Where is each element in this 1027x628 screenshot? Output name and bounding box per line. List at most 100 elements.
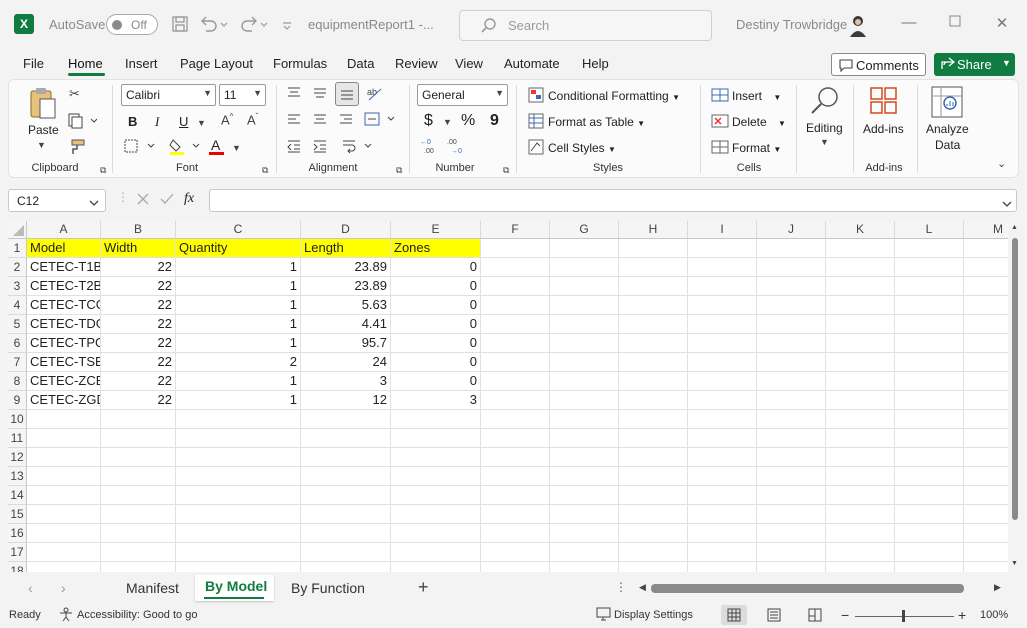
empty-cell[interactable]	[619, 410, 688, 429]
menu-view[interactable]: View	[455, 56, 483, 71]
font-size-combo[interactable]: 11 ▼	[219, 84, 266, 106]
empty-cell[interactable]	[619, 315, 688, 334]
column-header[interactable]: F	[481, 221, 550, 239]
minimize-icon[interactable]: —	[899, 14, 919, 34]
empty-cell[interactable]	[688, 429, 757, 448]
empty-cell[interactable]	[27, 524, 101, 543]
table-cell[interactable]: 22	[101, 315, 176, 334]
empty-cell[interactable]	[619, 239, 688, 258]
autosave-toggle[interactable]: Off	[106, 14, 158, 35]
expand-formula-bar-icon[interactable]	[1002, 197, 1012, 211]
spreadsheet-grid[interactable]: ABCDEFGHIJKLM 1 2 3 4 5 6 7 8 9 10 11 12 13 14 15 16 17 1…	[8, 221, 1008, 572]
normal-view-button[interactable]	[721, 605, 747, 625]
empty-cell[interactable]	[301, 410, 391, 429]
menu-home[interactable]: Home	[68, 56, 103, 71]
enter-formula-icon[interactable]	[160, 192, 174, 209]
cut-icon[interactable]: ✂	[69, 86, 80, 102]
empty-cell[interactable]	[757, 486, 826, 505]
empty-cell[interactable]	[550, 448, 619, 467]
empty-cell[interactable]	[757, 315, 826, 334]
share-dropdown-icon[interactable]: ▼	[1002, 58, 1011, 68]
empty-cell[interactable]	[895, 277, 964, 296]
fill-color-icon[interactable]	[169, 137, 203, 158]
chevron-down-icon[interactable]	[89, 196, 99, 210]
empty-cell[interactable]	[757, 448, 826, 467]
empty-cell[interactable]	[964, 429, 1008, 448]
empty-cell[interactable]	[619, 296, 688, 315]
empty-cell[interactable]	[757, 372, 826, 391]
empty-cell[interactable]	[895, 524, 964, 543]
wrap-text-icon[interactable]	[341, 137, 375, 158]
empty-cell[interactable]	[481, 353, 550, 372]
empty-cell[interactable]	[481, 429, 550, 448]
copy-icon[interactable]	[67, 113, 98, 132]
empty-cell[interactable]	[619, 429, 688, 448]
empty-cell[interactable]	[550, 315, 619, 334]
empty-cell[interactable]	[481, 334, 550, 353]
empty-cell[interactable]	[757, 429, 826, 448]
row-header[interactable]: 12	[8, 448, 27, 467]
table-cell[interactable]: 0	[391, 372, 481, 391]
empty-cell[interactable]	[826, 505, 895, 524]
empty-cell[interactable]	[895, 353, 964, 372]
empty-cell[interactable]	[757, 543, 826, 562]
empty-cell[interactable]	[481, 467, 550, 486]
empty-cell[interactable]	[176, 543, 301, 562]
empty-cell[interactable]	[27, 543, 101, 562]
empty-cell[interactable]	[895, 239, 964, 258]
row-header[interactable]: 1	[8, 239, 27, 258]
formula-input[interactable]	[209, 189, 1017, 212]
row-header[interactable]: 17	[8, 543, 27, 562]
bold-button[interactable]: B	[128, 114, 137, 129]
empty-cell[interactable]	[550, 296, 619, 315]
empty-cell[interactable]	[895, 429, 964, 448]
zoom-slider-thumb[interactable]	[902, 610, 905, 622]
table-cell[interactable]: 0	[391, 258, 481, 277]
empty-cell[interactable]	[826, 562, 895, 572]
empty-cell[interactable]	[481, 315, 550, 334]
empty-cell[interactable]	[964, 277, 1008, 296]
menu-automate[interactable]: Automate	[504, 56, 560, 71]
formula-bar-grip-icon[interactable]: ⋮	[117, 190, 129, 204]
comma-button[interactable]: 9	[490, 112, 499, 130]
cell-styles-button[interactable]: Cell Styles ▼	[548, 141, 616, 155]
table-cell[interactable]: 22	[101, 334, 176, 353]
empty-cell[interactable]	[688, 296, 757, 315]
empty-cell[interactable]	[826, 391, 895, 410]
format-cells-icon[interactable]	[711, 139, 729, 158]
empty-cell[interactable]	[101, 505, 176, 524]
sheet-tab-manifest[interactable]: Manifest	[126, 580, 179, 596]
empty-cell[interactable]	[550, 353, 619, 372]
menu-page-layout[interactable]: Page Layout	[180, 56, 253, 71]
accessibility-status[interactable]: Accessibility: Good to go	[77, 609, 197, 621]
analyze-data-label-2[interactable]: Data	[935, 138, 960, 152]
empty-cell[interactable]	[964, 391, 1008, 410]
empty-cell[interactable]	[757, 353, 826, 372]
empty-cell[interactable]	[688, 353, 757, 372]
empty-cell[interactable]	[895, 467, 964, 486]
row-header[interactable]: 8	[8, 372, 27, 391]
accessibility-icon[interactable]	[58, 607, 74, 625]
empty-cell[interactable]	[481, 391, 550, 410]
empty-cell[interactable]	[550, 277, 619, 296]
align-top-icon[interactable]	[286, 86, 302, 103]
select-all-corner[interactable]	[8, 221, 27, 239]
empty-cell[interactable]	[481, 448, 550, 467]
empty-cell[interactable]	[895, 505, 964, 524]
close-icon[interactable]: ✕	[992, 14, 1012, 34]
empty-cell[interactable]	[301, 505, 391, 524]
font-launcher-icon[interactable]: ⧉	[262, 165, 268, 176]
empty-cell[interactable]	[619, 277, 688, 296]
empty-cell[interactable]	[688, 239, 757, 258]
format-as-table-button[interactable]: Format as Table ▼	[548, 115, 645, 129]
empty-cell[interactable]	[964, 562, 1008, 572]
empty-cell[interactable]	[391, 486, 481, 505]
empty-cell[interactable]	[176, 467, 301, 486]
empty-cell[interactable]	[895, 315, 964, 334]
empty-cell[interactable]	[895, 486, 964, 505]
empty-cell[interactable]	[619, 562, 688, 572]
row-header[interactable]: 4	[8, 296, 27, 315]
header-cell[interactable]: Model	[27, 239, 101, 258]
table-cell[interactable]: 1	[176, 334, 301, 353]
orientation-icon[interactable]: ab	[366, 86, 384, 105]
